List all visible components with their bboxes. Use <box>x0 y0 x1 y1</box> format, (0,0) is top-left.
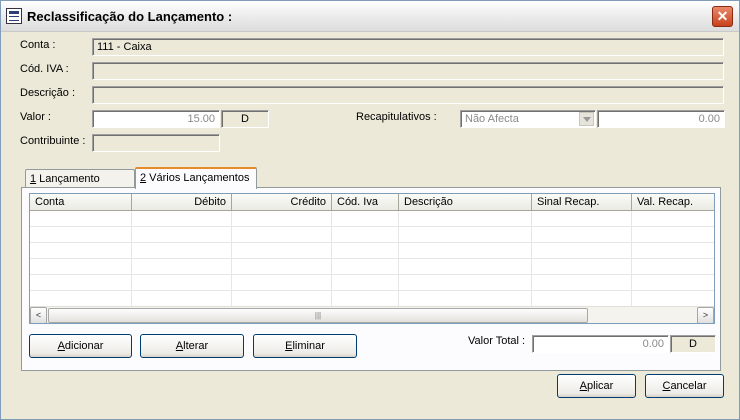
journal-icon <box>6 8 22 24</box>
col-descricao[interactable]: Descrição <box>399 194 532 211</box>
horizontal-scrollbar[interactable]: < ||| > <box>30 306 714 323</box>
grid-col-line <box>131 211 132 306</box>
grid-row-line <box>30 290 714 291</box>
grid-col-line <box>231 211 232 306</box>
scroll-right-button[interactable]: > <box>697 307 714 323</box>
tab-lancamento-unico[interactable]: 1 Lançamento Único <box>25 169 135 203</box>
descricao-field <box>92 86 724 104</box>
grid-row-line <box>30 242 714 243</box>
descricao-label: Descrição : <box>20 87 76 99</box>
grid-row-line <box>30 258 714 259</box>
button-label: plicar <box>587 380 614 392</box>
valor-total-sign: D <box>670 335 716 353</box>
grid-col-line <box>398 211 399 306</box>
col-sinal-recap[interactable]: Sinal Recap. <box>532 194 632 211</box>
contribuinte-field <box>92 134 220 152</box>
button-label: lterar <box>183 340 209 352</box>
valor-total-label: Valor Total : <box>468 335 526 347</box>
conta-label: Conta : <box>20 39 56 51</box>
grip-icon: ||| <box>314 311 322 320</box>
button-label: ancelar <box>670 380 707 392</box>
grid-row-line <box>30 274 714 275</box>
contribuinte-label: Contribuinte : <box>20 135 86 147</box>
scroll-left-button[interactable]: < <box>30 307 47 323</box>
adicionar-button[interactable]: Adicionar <box>29 334 132 358</box>
window-title: Reclassificação do Lançamento : <box>27 9 233 24</box>
valor-field: 15.00 <box>92 110 220 128</box>
title-bar[interactable]: Reclassificação do Lançamento : ✕ <box>1 1 739 32</box>
dialog-window: Reclassificação do Lançamento : ✕ Conta … <box>0 0 740 420</box>
grid-col-line <box>331 211 332 306</box>
grid-col-line <box>531 211 532 306</box>
valor-total-field: 0.00 <box>532 335 669 353</box>
col-cod-iva[interactable]: Cód. Iva <box>332 194 399 211</box>
accel-key: A <box>57 340 65 352</box>
valor-label: Valor : <box>20 111 51 123</box>
button-label: dicionar <box>64 340 104 352</box>
recap-label: Recapitulativos : <box>356 111 437 123</box>
recap-select[interactable]: Não Afecta <box>460 110 596 128</box>
col-conta[interactable]: Conta <box>30 194 132 211</box>
close-icon: ✕ <box>716 8 729 24</box>
tab-varios-lancamentos[interactable]: 2 Vários Lançamentos <box>135 167 257 189</box>
recap-value-field: 0.00 <box>597 110 725 128</box>
cod-iva-label: Cód. IVA : <box>20 63 69 75</box>
accel-key: A <box>579 380 588 392</box>
cod-iva-field <box>92 62 724 80</box>
close-button[interactable]: ✕ <box>712 6 733 27</box>
chevron-down-icon[interactable] <box>579 112 594 126</box>
eliminar-button[interactable]: Eliminar <box>253 334 357 358</box>
grid-col-line <box>631 211 632 306</box>
alterar-button[interactable]: Alterar <box>140 334 244 358</box>
valor-sign-field: D <box>221 110 269 128</box>
button-label: liminar <box>292 340 325 352</box>
conta-field: 111 - Caixa <box>92 38 724 56</box>
chevron-right-icon: > <box>702 310 709 320</box>
scroll-thumb[interactable]: ||| <box>48 308 588 323</box>
lancamentos-grid[interactable]: Conta Débito Crédito Cód. Iva Descrição … <box>29 193 715 324</box>
chevron-left-icon: < <box>35 310 42 320</box>
col-debito[interactable]: Débito <box>132 194 232 211</box>
recap-selected: Não Afecta <box>465 113 519 125</box>
grid-header: Conta Débito Crédito Cód. Iva Descrição … <box>30 194 714 211</box>
grid-body[interactable] <box>30 211 714 306</box>
col-val-recap[interactable]: Val. Recap. <box>632 194 714 211</box>
grid-row-line <box>30 226 714 227</box>
tab-label: Vários Lançamentos <box>146 172 250 184</box>
cancelar-button[interactable]: Cancelar <box>645 374 724 398</box>
col-credito[interactable]: Crédito <box>232 194 332 211</box>
aplicar-button[interactable]: Aplicar <box>557 374 636 398</box>
